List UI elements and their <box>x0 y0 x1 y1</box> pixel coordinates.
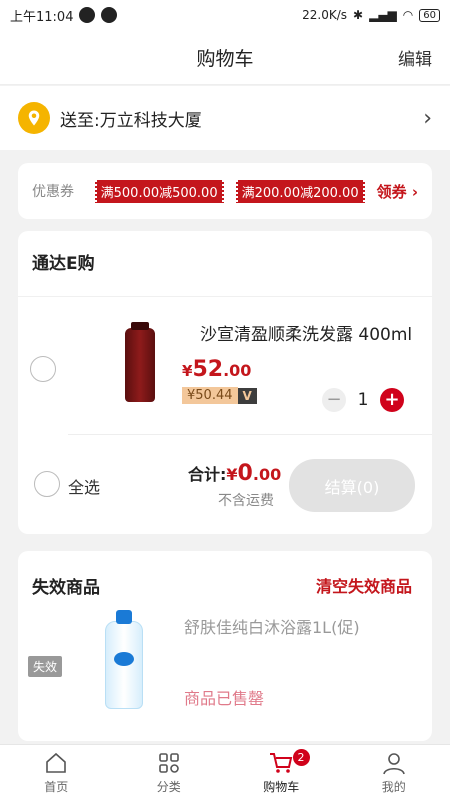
coupon-tag[interactable]: 满500.00减500.00 <box>92 179 226 203</box>
app-notification-icon <box>79 7 96 23</box>
bluetooth-icon: ✱ <box>353 8 364 22</box>
product-price: ¥52.00 <box>182 357 251 382</box>
tab-label: 首页 <box>44 780 69 794</box>
location-pin-icon <box>18 102 50 134</box>
cart-count-badge: 2 <box>292 749 310 766</box>
tab-category[interactable]: 分类 <box>113 745 226 800</box>
coupon-bar: 优惠券 满500.00减500.00 满200.00减200.00 领券 › <box>18 163 432 219</box>
home-icon <box>46 752 67 773</box>
store-name: 通达E购 <box>18 231 432 297</box>
nav-bar: 购物车 编辑 <box>0 30 450 85</box>
shampoo-bottle-icon <box>125 322 155 402</box>
bodywash-bottle-icon <box>105 610 143 709</box>
chevron-right-icon: › <box>423 105 432 131</box>
tab-home[interactable]: 首页 <box>0 745 113 800</box>
edit-button[interactable]: 编辑 <box>398 45 432 70</box>
increase-quantity-button[interactable]: + <box>380 388 404 412</box>
signal-icon: ▂▄▆ <box>369 8 397 22</box>
shipping-note: 不含运费 <box>218 493 274 509</box>
address-text: 送至:万立科技大厦 <box>60 106 202 131</box>
store-card: 通达E购 沙宣清盈顺柔洗发露 400ml ¥52.00 ¥50.44 V − 1… <box>18 231 432 534</box>
invalid-product-image[interactable] <box>74 610 174 715</box>
net-speed: 22.0K/s <box>302 8 348 22</box>
divider <box>68 434 432 435</box>
invalid-badge: 失效 <box>28 656 63 677</box>
category-icon <box>158 753 179 773</box>
address-value: 万立科技大厦 <box>99 110 202 131</box>
price-currency: ¥ <box>182 362 193 380</box>
tab-profile[interactable]: 我的 <box>338 745 450 800</box>
battery-icon: 60 <box>419 8 440 22</box>
total-integer: 0 <box>237 461 253 486</box>
product-name[interactable]: 沙宣清盈顺柔洗发露 400ml <box>200 320 412 345</box>
price-decimal: .00 <box>223 361 252 380</box>
tab-label: 我的 <box>381 780 406 794</box>
coupon-tag[interactable]: 满200.00减200.00 <box>233 179 367 203</box>
invalid-items-title: 失效商品 <box>32 578 100 598</box>
status-bar: 上午11:04 22.0K/s ✱ ▂▄▆ ◠ 60 <box>0 0 450 30</box>
tab-cart[interactable]: 2 购物车 <box>225 745 338 800</box>
clear-invalid-button[interactable]: 清空失效商品 <box>316 573 412 597</box>
address-prefix: 送至: <box>60 110 100 131</box>
total-currency: ¥ <box>226 465 238 484</box>
status-time: 上午11:04 <box>10 9 74 25</box>
vip-price: ¥50.44 V <box>182 387 257 404</box>
delivery-address-row[interactable]: 送至:万立科技大厦 › <box>0 86 450 150</box>
app-notification-icon <box>101 7 118 23</box>
coupon-label: 优惠券 <box>32 184 74 200</box>
cart-icon <box>270 753 293 773</box>
profile-icon <box>382 753 405 775</box>
invalid-product-name[interactable]: 舒肤佳纯白沐浴露1L(促) <box>184 614 360 638</box>
quantity-stepper: − 1 + <box>322 388 404 412</box>
quantity-value: 1 <box>357 390 369 410</box>
invalid-items-card: 失效商品 清空失效商品 失效 舒肤佳纯白沐浴露1L(促) 商品已售罄 <box>18 551 432 741</box>
bottom-tab-bar: 首页 分类 2 购物车 我的 <box>0 744 450 800</box>
vip-tag: V <box>237 387 257 404</box>
select-all-label[interactable]: 全选 <box>68 474 100 498</box>
checkout-button[interactable]: 结算(0) <box>289 459 415 512</box>
total-decimal: .00 <box>252 465 282 484</box>
get-coupon-button[interactable]: 领券 › <box>377 181 418 202</box>
tab-label: 分类 <box>156 780 181 794</box>
total-amount: 合计:¥0.00 <box>188 461 281 486</box>
product-image[interactable] <box>90 315 190 415</box>
select-all-radio[interactable] <box>34 471 60 497</box>
decrease-quantity-button[interactable]: − <box>322 388 346 412</box>
total-label: 合计: <box>188 465 227 484</box>
vip-price-value: ¥50.44 <box>182 387 238 404</box>
page-title: 购物车 <box>196 47 254 70</box>
price-integer: 52 <box>192 357 224 382</box>
product-select-radio[interactable] <box>30 356 56 382</box>
wifi-icon: ◠ <box>402 8 414 22</box>
sold-out-status: 商品已售罄 <box>184 689 265 708</box>
tab-label: 购物车 <box>263 780 300 794</box>
